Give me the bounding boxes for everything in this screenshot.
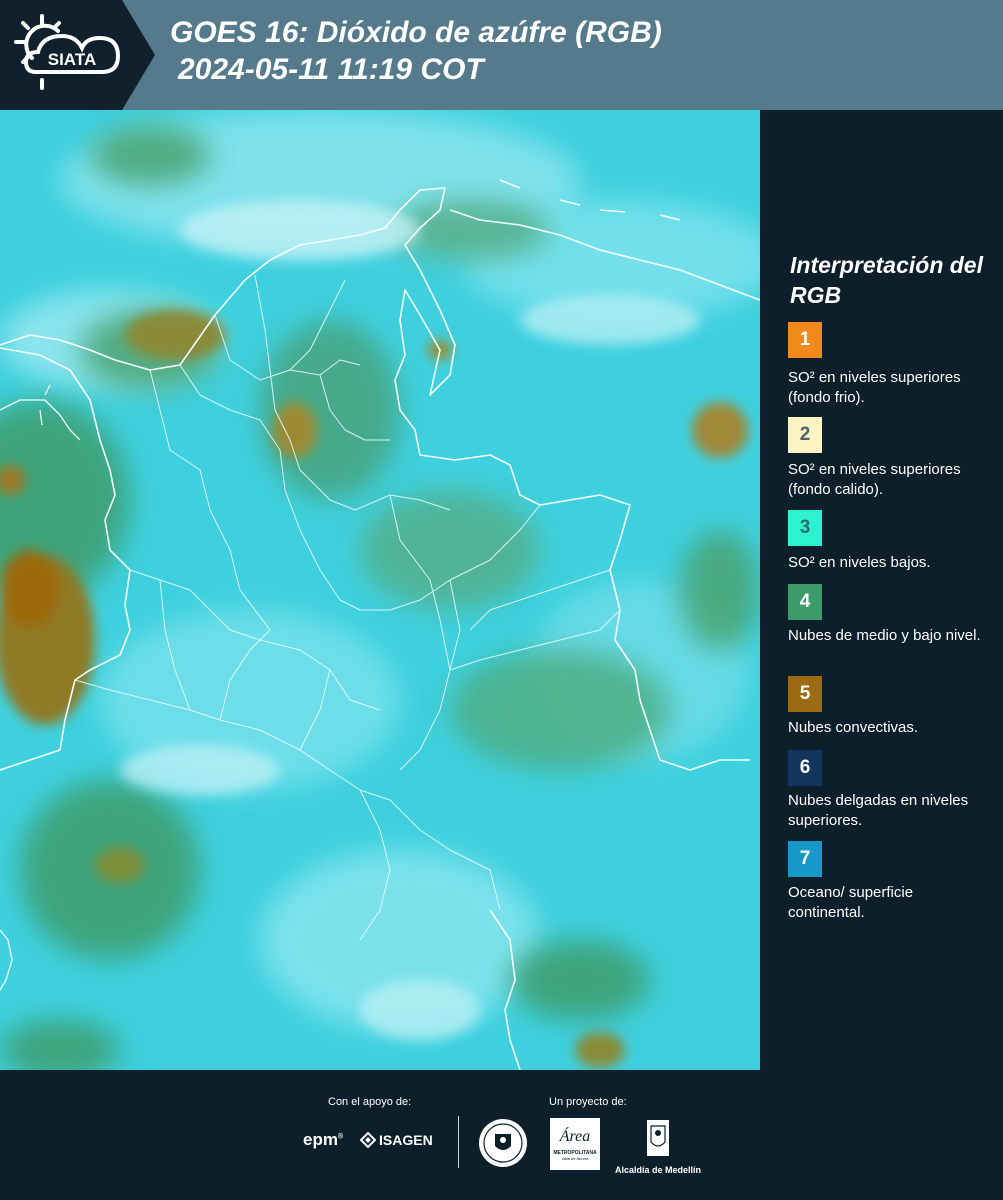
isagen-icon bbox=[360, 1132, 376, 1148]
legend-panel: Interpretación del RGB 1 SO² en niveles … bbox=[760, 110, 1003, 1070]
area-metropolitana-logo: Área METROPOLITANA Valle de Aburrá bbox=[550, 1118, 600, 1170]
epm-logo: epm® bbox=[303, 1130, 344, 1149]
legend-desc-5: Nubes convectivas. bbox=[788, 719, 919, 736]
header-bar: SIATA GOES 16: Dióxido de azúfre (RGB) 2… bbox=[0, 0, 1003, 110]
seal-icon bbox=[479, 1119, 527, 1167]
legend-desc-6: Nubes delgadas en niveles superiores. bbox=[788, 792, 969, 829]
legend-swatch-5: 5 bbox=[788, 676, 822, 712]
legend-desc-3: SO² en niveles bajos. bbox=[788, 554, 931, 571]
legend-swatch-4: 4 bbox=[788, 584, 822, 620]
legend-number-5: 5 bbox=[799, 683, 811, 704]
legend-number-1: 1 bbox=[799, 329, 811, 350]
svg-text:SIATA: SIATA bbox=[48, 50, 96, 69]
page-title: GOES 16: Dióxido de azúfre (RGB) 2024-05… bbox=[170, 14, 662, 88]
title-line-1: GOES 16: Dióxido de azúfre (RGB) bbox=[170, 16, 662, 49]
legend-title: Interpretación del RGB bbox=[790, 252, 983, 308]
legend-number-4: 4 bbox=[799, 591, 811, 612]
legend-number-2: 2 bbox=[799, 424, 811, 445]
legend-number-6: 6 bbox=[799, 757, 811, 778]
sun-cloud-icon: SIATA bbox=[14, 14, 121, 90]
legend-swatch-1: 1 bbox=[788, 322, 822, 358]
isagen-logo: ISAGEN bbox=[360, 1132, 433, 1148]
alcaldia-logo: Alcaldía de Medellín bbox=[612, 1118, 704, 1175]
legend-number-3: 3 bbox=[799, 517, 811, 538]
legend-swatch-6: 6 bbox=[788, 750, 822, 786]
coat-of-arms-icon bbox=[647, 1120, 669, 1156]
legend-desc-1: SO² en niveles superiores (fondo frio). bbox=[788, 369, 961, 406]
medellin-seal-logo bbox=[478, 1118, 528, 1173]
title-line-2: 2024-05-11 11:19 COT bbox=[178, 53, 484, 86]
satellite-map bbox=[0, 110, 760, 1070]
legend-swatch-7: 7 bbox=[788, 841, 822, 877]
legend-desc-2: SO² en niveles superiores (fondo calido)… bbox=[788, 461, 961, 498]
support-label: Con el apoyo de: bbox=[328, 1096, 412, 1108]
footer-divider bbox=[458, 1116, 459, 1168]
legend-swatch-3: 3 bbox=[788, 510, 822, 546]
footer: Con el apoyo de: Un proyecto de: epm® IS… bbox=[0, 1070, 1003, 1200]
rgb-satellite-image bbox=[0, 110, 760, 1070]
legend-number-7: 7 bbox=[799, 848, 811, 869]
legend-swatch-2: 2 bbox=[788, 417, 822, 453]
siata-logo: SIATA bbox=[0, 0, 155, 110]
legend-desc-4: Nubes de medio y bajo nivel. bbox=[788, 627, 981, 644]
legend-desc-7: Oceano/ superficie continental. bbox=[788, 884, 914, 921]
project-label: Un proyecto de: bbox=[549, 1096, 627, 1108]
